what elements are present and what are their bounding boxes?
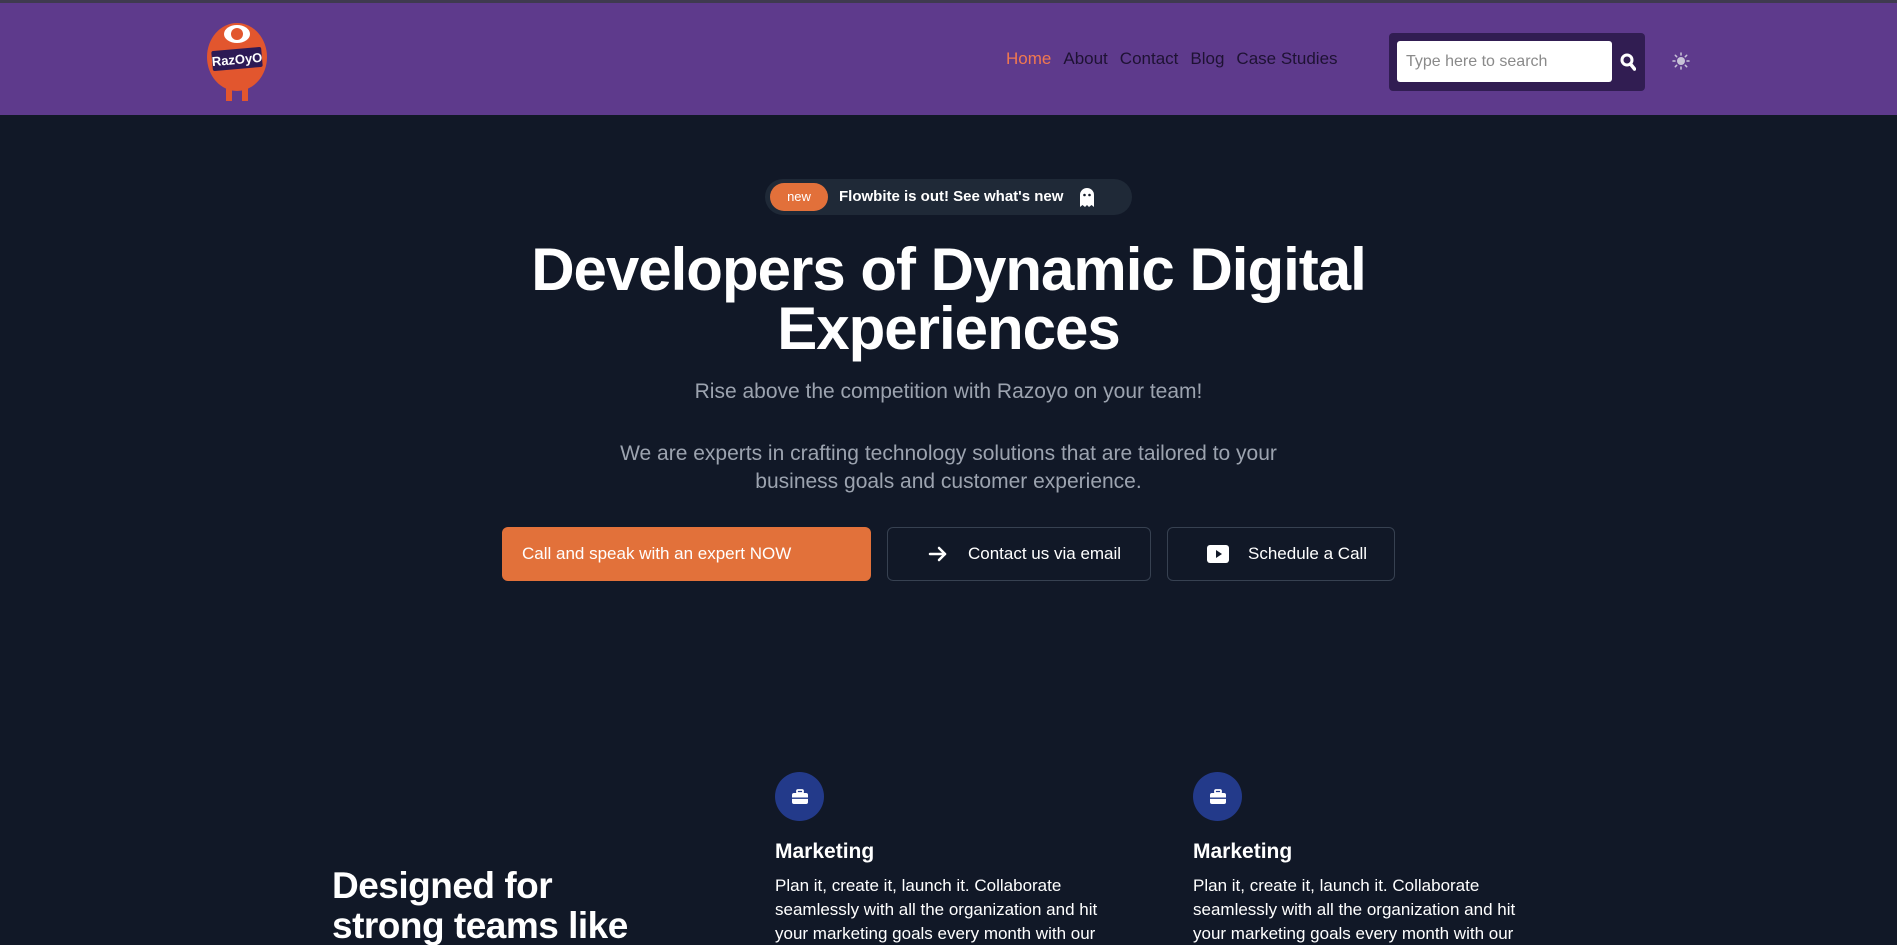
feature-card: Marketing Plan it, create it, launch it.… xyxy=(775,772,1135,945)
search-input[interactable] xyxy=(1397,41,1612,82)
ghost-icon xyxy=(1078,185,1096,209)
contact-email-label: Contact us via email xyxy=(968,544,1122,563)
theme-toggle-button[interactable] xyxy=(1670,50,1692,72)
feature-title: Marketing xyxy=(775,840,875,863)
search-icon xyxy=(1620,53,1636,71)
nav-home[interactable]: Home xyxy=(1006,49,1051,69)
features-heading-line2: strong teams like xyxy=(332,905,628,945)
call-expert-button[interactable]: Call and speak with an expert NOW xyxy=(502,527,871,581)
feature-card: Marketing Plan it, create it, launch it.… xyxy=(1193,772,1553,945)
hero-description: We are experts in crafting technology so… xyxy=(620,442,1277,493)
hero-subtitle: Rise above the competition with Razoyo o… xyxy=(694,380,1203,403)
schedule-call-button[interactable]: Schedule a Call xyxy=(1167,527,1395,581)
nav-blog[interactable]: Blog xyxy=(1190,49,1224,69)
call-expert-label: Call and speak with an expert NOW xyxy=(522,544,792,563)
arrow-right-icon xyxy=(926,544,950,564)
sun-icon xyxy=(1672,52,1690,70)
briefcase-icon xyxy=(775,772,824,821)
site-header: RazOyO Home About Contact Blog Case Stud… xyxy=(0,3,1897,115)
announcement-text: Flowbite is out! See what's new xyxy=(839,188,1064,205)
feature-title: Marketing xyxy=(1193,840,1293,863)
features-heading-line1: Designed for xyxy=(332,865,553,906)
nav-about[interactable]: About xyxy=(1063,49,1107,69)
hero-title: Developers of Dynamic Digital Experience… xyxy=(0,236,1897,362)
features-heading: Designed for strong teams like xyxy=(332,866,628,945)
feature-text: Plan it, create it, launch it. Collabora… xyxy=(1193,876,1516,943)
schedule-call-label: Schedule a Call xyxy=(1248,544,1368,563)
video-play-icon xyxy=(1206,544,1230,564)
hero-title-line1: Developers of Dynamic Digital xyxy=(531,236,1367,303)
hero-title-line2: Experiences xyxy=(777,295,1121,362)
nav-contact[interactable]: Contact xyxy=(1120,49,1179,69)
main-nav: Home About Contact Blog Case Studies xyxy=(1006,49,1350,69)
feature-text: Plan it, create it, launch it. Collabora… xyxy=(775,876,1098,943)
nav-case-studies[interactable]: Case Studies xyxy=(1236,49,1337,69)
search-form xyxy=(1389,33,1645,91)
announcement-banner[interactable]: new Flowbite is out! See what's new xyxy=(765,179,1132,215)
search-button[interactable] xyxy=(1617,47,1639,77)
contact-email-button[interactable]: Contact us via email xyxy=(887,527,1151,581)
razoyo-logo[interactable]: RazOyO xyxy=(202,17,272,103)
new-badge: new xyxy=(770,183,828,211)
briefcase-icon xyxy=(1193,772,1242,821)
